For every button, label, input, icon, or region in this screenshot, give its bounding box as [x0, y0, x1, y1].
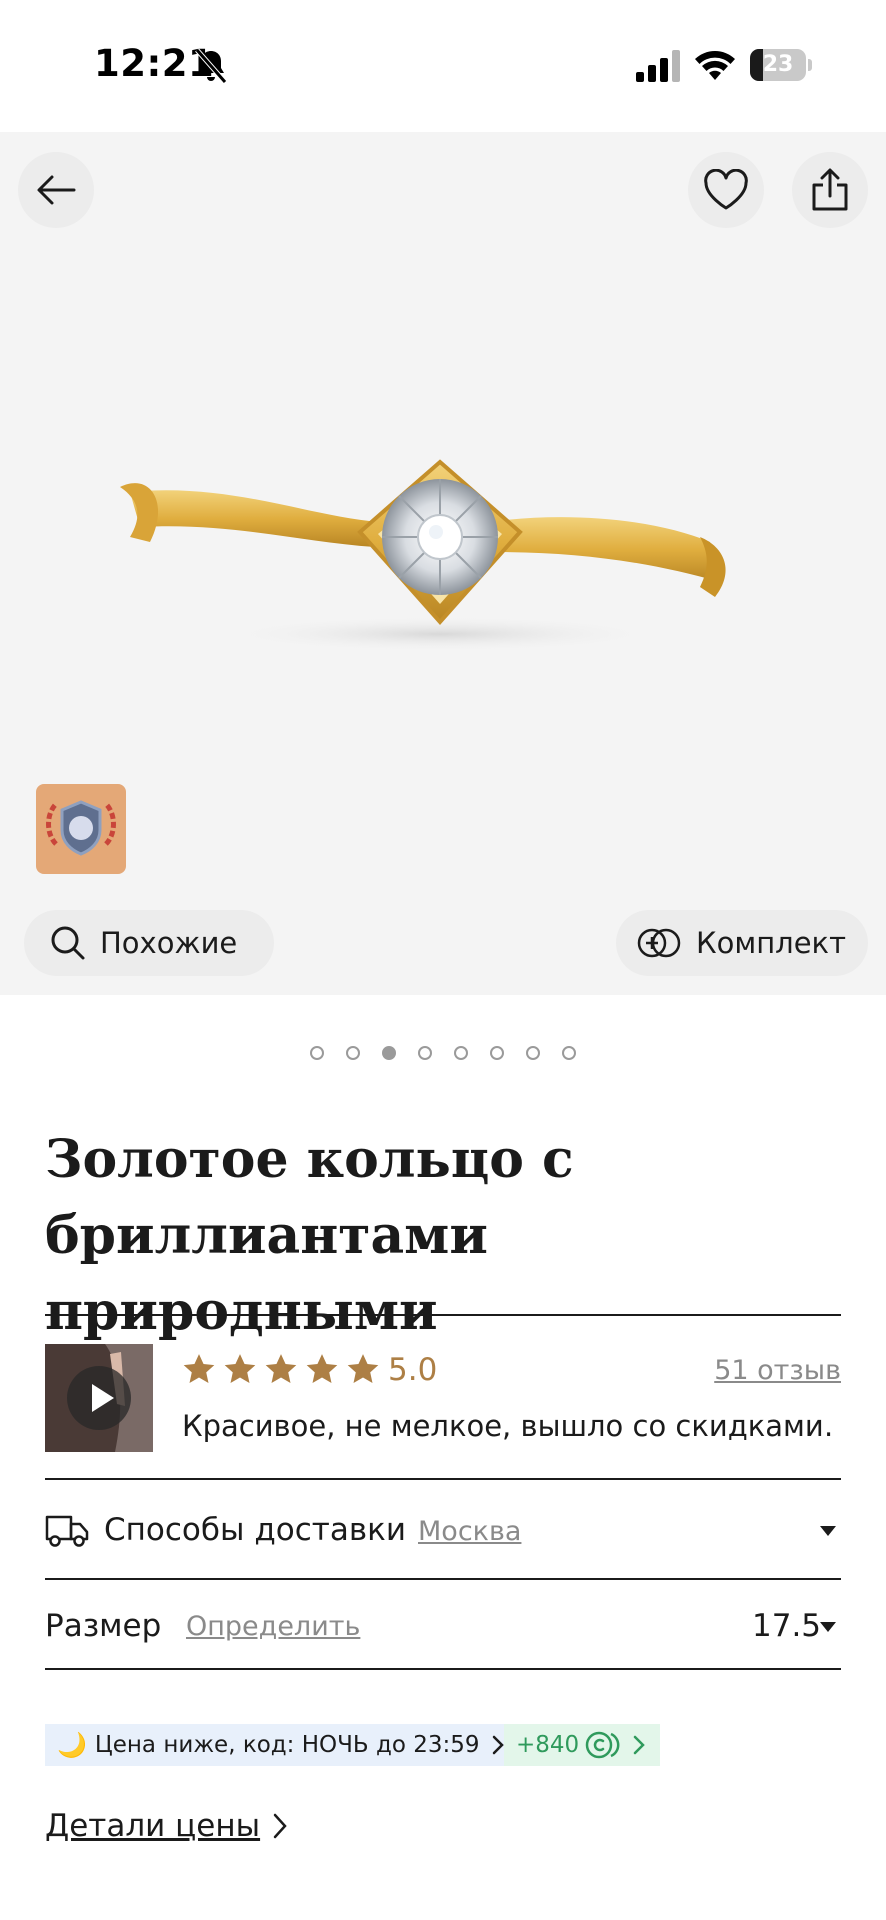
chevron-down-icon [820, 1526, 836, 1536]
moon-icon: 🌙 [57, 1731, 87, 1759]
price-details-label: Детали цены [45, 1808, 261, 1844]
similar-label: Похожие [100, 926, 238, 960]
chevron-down-icon [820, 1622, 836, 1632]
size-value[interactable]: 17.5 [752, 1606, 821, 1646]
star-icon [306, 1354, 338, 1384]
night-promo-chip[interactable]: 🌙 Цена ниже, код: НОЧЬ до 23:59 [45, 1724, 516, 1766]
star-icon [224, 1354, 256, 1384]
price-details-link[interactable]: Детали цены [45, 1806, 288, 1846]
brand-logo[interactable] [36, 784, 126, 874]
review-video-thumbnail[interactable] [45, 1344, 153, 1452]
bonus-chip[interactable]: +840 [504, 1724, 660, 1766]
heart-icon [704, 169, 748, 210]
set-label: Комплект [696, 926, 846, 960]
bonus-text: +840 [516, 1732, 580, 1758]
reviews-count-link[interactable]: 51 отзыв [714, 1354, 841, 1388]
product-title-line2: бриллиантами природными [45, 1205, 488, 1342]
chevron-right-icon [633, 1735, 645, 1755]
star-icon [347, 1354, 379, 1384]
bonus-coin-icon [585, 1731, 620, 1759]
gallery-dot[interactable] [382, 1046, 396, 1060]
gallery-dot[interactable] [418, 1046, 432, 1060]
gallery-dot[interactable] [526, 1046, 540, 1060]
search-icon [51, 926, 85, 960]
cellular-signal-icon [636, 50, 680, 82]
bell-off-icon [195, 48, 227, 84]
gallery-dot[interactable] [346, 1046, 360, 1060]
delivery-city-link[interactable]: Москва [418, 1514, 521, 1550]
night-promo-text: Цена ниже, код: НОЧЬ до 23:59 [94, 1732, 480, 1758]
divider [45, 1314, 841, 1316]
divider [45, 1668, 841, 1670]
chevron-right-icon [492, 1735, 504, 1755]
gallery-dot[interactable] [310, 1046, 324, 1060]
add-set-icon [637, 928, 681, 958]
review-excerpt[interactable]: Красивое, не мелкое, вышло со скидками… [182, 1406, 832, 1446]
arrow-left-icon [37, 175, 76, 205]
divider [45, 1578, 841, 1580]
gallery-pagination[interactable] [0, 1046, 886, 1060]
back-button[interactable] [18, 152, 94, 228]
size-detect-link[interactable]: Определить [186, 1609, 360, 1645]
share-button[interactable] [792, 152, 868, 228]
size-label: Размер [45, 1608, 162, 1644]
product-image [120, 459, 726, 652]
battery-indicator: 23 [750, 49, 812, 81]
rating-stars [182, 1352, 380, 1386]
set-button[interactable]: Комплект [616, 910, 868, 976]
status-bar: 12:21 23 [0, 0, 886, 132]
star-icon [265, 1354, 297, 1384]
favorite-button[interactable] [688, 152, 764, 228]
delivery-truck-icon [45, 1515, 89, 1547]
rating-value: 5.0 [388, 1352, 438, 1388]
share-icon [812, 168, 848, 211]
play-icon [92, 1384, 114, 1412]
gallery-dot[interactable] [490, 1046, 504, 1060]
gallery-dot[interactable] [454, 1046, 468, 1060]
battery-level: 23 [762, 52, 794, 77]
play-button[interactable] [67, 1366, 131, 1430]
similar-button[interactable]: Похожие [24, 910, 274, 976]
wifi-icon [695, 51, 735, 80]
star-icon [183, 1354, 215, 1384]
gallery-dot[interactable] [562, 1046, 576, 1060]
divider [45, 1478, 841, 1480]
product-title-line1: Золотое кольцо с [45, 1129, 574, 1190]
delivery-label: Способы доставки [104, 1512, 406, 1548]
product-gallery[interactable]: Похожие Комплект [0, 132, 886, 995]
chevron-right-icon [273, 1813, 287, 1839]
